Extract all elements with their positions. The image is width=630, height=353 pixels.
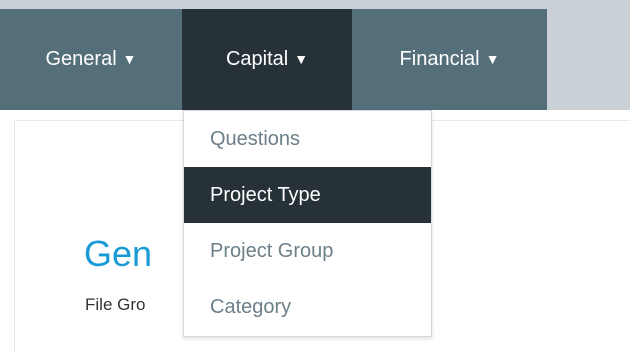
menu-item-category[interactable]: Category — [184, 279, 431, 335]
nav-item-capital[interactable]: Capital ▼ — [182, 9, 352, 110]
menu-item-label: Category — [210, 295, 292, 318]
menu-item-label: Project Group — [210, 239, 334, 262]
top-navbar: General ▼ Capital ▼ Financial ▼ — [0, 9, 630, 110]
menu-item-project-group[interactable]: Project Group — [184, 223, 431, 279]
top-band — [0, 0, 630, 9]
caret-down-icon: ▼ — [294, 50, 309, 67]
subtitle-left: File Gro — [85, 295, 146, 314]
page-title: Gen — [84, 233, 153, 274]
nav-item-general[interactable]: General ▼ — [0, 9, 182, 110]
caret-down-icon: ▼ — [122, 50, 137, 67]
capital-dropdown-menu: Questions Project Type Project Group Cat… — [183, 110, 432, 337]
nav-item-financial[interactable]: Financial ▼ — [352, 9, 547, 110]
menu-item-label: Project Type — [210, 183, 321, 206]
nav-label-capital: Capital — [225, 48, 289, 70]
nav-label-financial: Financial — [399, 48, 480, 70]
menu-item-project-type[interactable]: Project Type — [184, 167, 431, 223]
menu-item-label: Questions — [210, 127, 301, 150]
menu-item-questions[interactable]: Questions — [184, 111, 431, 167]
caret-down-icon: ▼ — [485, 50, 500, 67]
nav-label-general: General — [45, 48, 117, 70]
